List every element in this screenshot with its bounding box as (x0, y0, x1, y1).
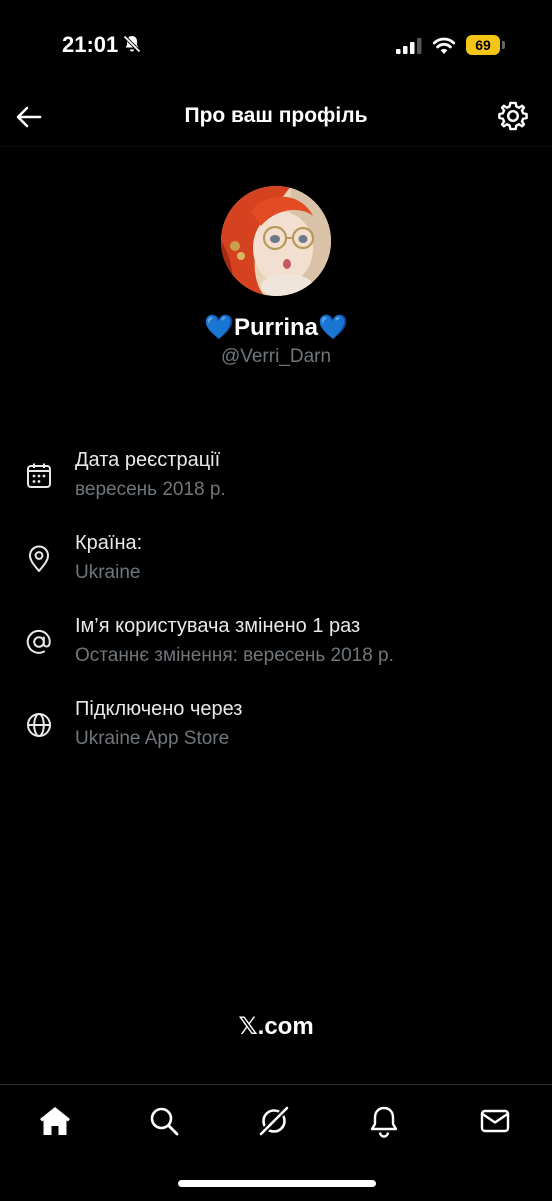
connected-via-label: Підключено через (75, 698, 243, 720)
grok-icon[interactable] (256, 1103, 292, 1139)
username-handle: @Verri_Darn (220, 346, 332, 367)
search-icon[interactable] (146, 1103, 182, 1139)
info-row-username-changes: Ім’я користувача змінено 1 раз Останнє з… (0, 615, 552, 685)
calendar-icon (27, 463, 51, 488)
status-bar: 21:01 69 (0, 0, 552, 92)
avatar[interactable] (221, 186, 331, 296)
page-title: Про ваш профіль (184, 104, 368, 127)
bell-slash-icon (123, 35, 141, 53)
connected-via-value: Ukraine App Store (75, 728, 230, 749)
display-name: 💙Purrina💙 (204, 314, 348, 341)
cellular-signal-icon (396, 38, 422, 54)
battery-indicator: 69 (466, 35, 506, 55)
globe-icon (27, 713, 51, 737)
registration-date-label: Дата реєстрації (75, 449, 221, 471)
battery-icon (502, 41, 505, 49)
registration-date-value: вересень 2018 р. (75, 479, 226, 500)
wifi-icon (432, 37, 456, 54)
home-indicator[interactable] (178, 1180, 376, 1187)
username-changes-value: Останнє змінення: вересень 2018 р. (75, 645, 394, 666)
bell-icon[interactable] (366, 1103, 402, 1139)
username-changes-label: Ім’я користувача змінено 1 раз (75, 615, 361, 637)
at-sign-icon (26, 629, 51, 654)
battery-level: 69 (466, 35, 500, 55)
status-time: 21:01 (62, 32, 119, 57)
mail-icon[interactable] (477, 1103, 513, 1139)
gear-icon[interactable] (497, 100, 529, 132)
country-value: Ukraine (75, 562, 141, 583)
info-row-country: Країна: Ukraine (0, 532, 552, 602)
country-label: Країна: (75, 532, 143, 554)
info-row-registration-date: Дата реєстрації вересень 2018 р. (0, 449, 552, 519)
top-nav-bar: Про ваш профіль (0, 92, 552, 147)
x-com-brand: 𝕏.com (238, 1013, 314, 1040)
location-pin-icon (29, 545, 49, 572)
home-icon[interactable] (37, 1103, 73, 1139)
info-row-connected-via: Підключено через Ukraine App Store (0, 698, 552, 768)
avatar-image (221, 186, 331, 296)
